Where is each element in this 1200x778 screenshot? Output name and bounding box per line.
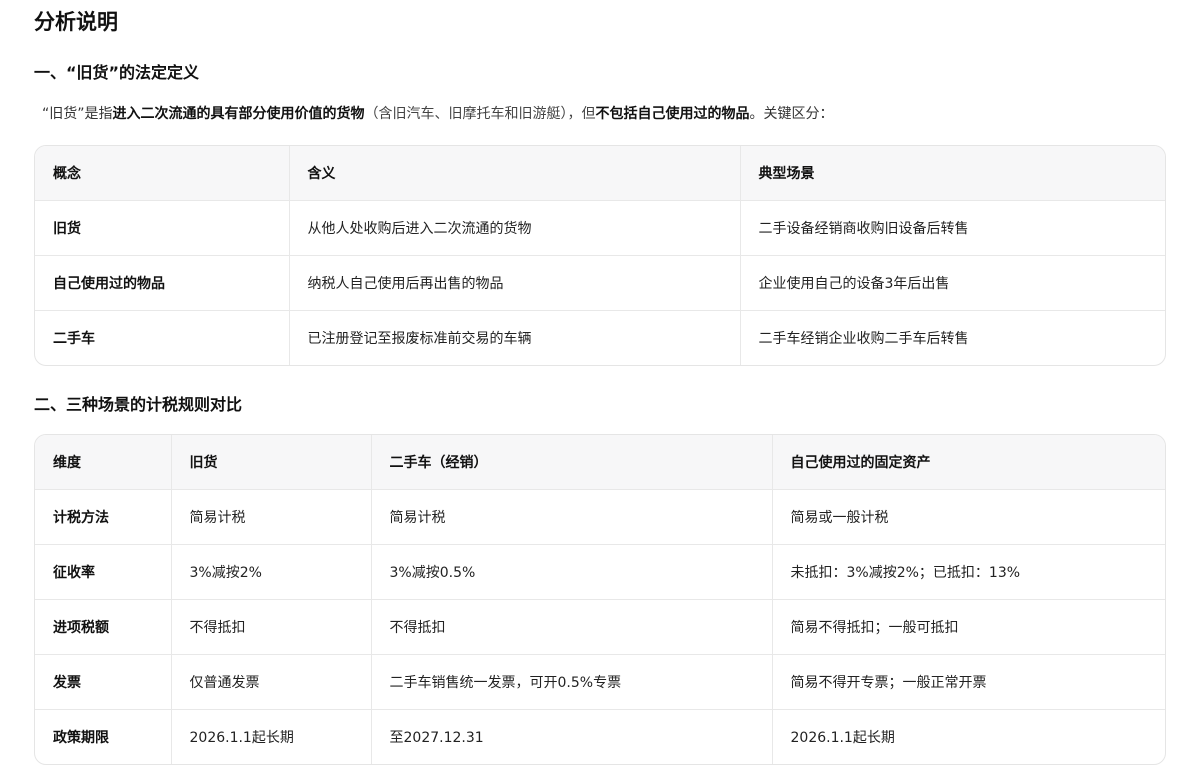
column-header: 二手车（经销） [371,435,773,490]
table-cell: 简易不得开专票；一般正常开票 [772,654,1165,710]
table-cell: 3%减按2% [171,544,372,600]
column-header: 含义 [289,146,741,201]
table-cell: 二手车销售统一发票，可开0.5%专票 [371,654,773,710]
table-cell: 旧货 [35,200,290,256]
table-row: 进项税额 不得抵扣 不得抵扣 简易不得抵扣；一般可抵扣 [35,599,1165,655]
intro-bold-1: 进入二次流通的具有部分使用价值的货物 [112,106,365,122]
column-header: 典型场景 [740,146,1165,201]
comparison-table: 维度 旧货 二手车（经销） 自己使用过的固定资产 计税方法 简易计税 简易计税 … [34,434,1166,765]
table-row: 计税方法 简易计税 简易计税 简易或一般计税 [35,489,1165,545]
table-cell: 简易或一般计税 [772,489,1165,545]
table-cell: 征收率 [35,544,172,600]
table-cell: 至2027.12.31 [371,709,773,764]
table-cell: 已注册登记至报废标准前交易的车辆 [289,310,741,365]
table-cell: 企业使用自己的设备3年后出售 [740,255,1165,311]
table-header-row: 维度 旧货 二手车（经销） 自己使用过的固定资产 [35,435,1165,490]
table-row: 征收率 3%减按2% 3%减按0.5% 未抵扣：3%减按2%；已抵扣：13% [35,544,1165,600]
intro-text-2: （含旧汽车、旧摩托车和旧游艇），但 [364,106,596,122]
section-1-intro: “旧货”是指进入二次流通的具有部分使用价值的货物（含旧汽车、旧摩托车和旧游艇），… [42,102,834,126]
table-cell: 发票 [35,654,172,710]
section-1-heading: 一、“旧货”的法定定义 [34,63,200,82]
table-cell: 进项税额 [35,599,172,655]
table-cell: 二手车经销企业收购二手车后转售 [758,331,969,347]
intro-text-3: 。关键区分： [749,106,834,122]
table-cell: 不得抵扣 [171,599,372,655]
table-cell: 未抵扣：3%减按2%；已抵扣：13% [772,544,1165,600]
table-cell: 3%减按0.5% [371,544,773,600]
table-row: 发票 仅普通发票 二手车销售统一发票，可开0.5%专票 简易不得开专票；一般正常… [35,654,1165,710]
table-cell: 2026.1.1起长期 [171,709,372,764]
intro-bold-2: 不包括自己使用过的物品 [595,106,750,122]
table-row: 旧货 从他人处收购后进入二次流通的货物 二手设备经销商收购旧设备后转售 [35,200,1165,256]
column-header: 自己使用过的固定资产 [772,435,1165,490]
table-cell: 计税方法 [35,489,172,545]
column-header: 概念 [35,146,290,201]
table-row: 政策期限 2026.1.1起长期 至2027.12.31 2026.1.1起长期 [35,709,1165,764]
table-cell: 简易计税 [371,489,773,545]
page-title: 分析说明 [34,10,118,34]
table-cell: 简易计税 [171,489,372,545]
table-cell: 不得抵扣 [371,599,773,655]
table-cell: 2026.1.1起长期 [790,730,895,746]
table-row: 二手车 已注册登记至报废标准前交易的车辆 二手车经销企业收购二手车后转售 [35,310,1165,365]
table-cell: 二手车 [35,310,290,365]
column-header: 旧货 [171,435,372,490]
table-cell: 从他人处收购后进入二次流通的货物 [289,200,741,256]
column-header: 维度 [35,435,172,490]
table-cell: 二手设备经销商收购旧设备后转售 [740,200,1165,256]
table-cell: 简易不得抵扣；一般可抵扣 [772,599,1165,655]
section-2-heading: 二、三种场景的计税规则对比 [34,395,243,414]
table-cell: 自己使用过的物品 [35,255,290,311]
table-row: 自己使用过的物品 纳税人自己使用后再出售的物品 企业使用自己的设备3年后出售 [35,255,1165,311]
table-cell: 纳税人自己使用后再出售的物品 [289,255,741,311]
intro-text-1: “旧货”是指 [42,106,113,122]
table-cell: 政策期限 [35,709,172,764]
table-header-row: 概念 含义 典型场景 [35,146,1165,201]
definition-table: 概念 含义 典型场景 旧货 从他人处收购后进入二次流通的货物 二手设备经销商收购… [34,145,1166,366]
table-cell: 仅普通发票 [171,654,372,710]
